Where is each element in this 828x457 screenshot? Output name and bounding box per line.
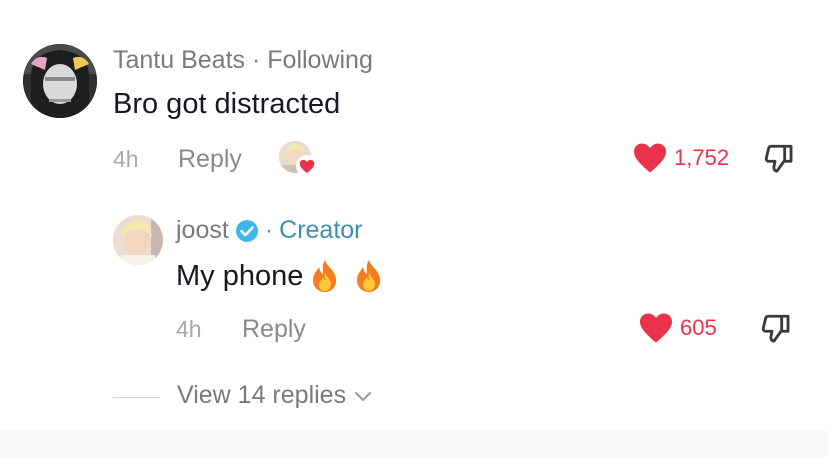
separator-dot: · [251,46,261,74]
reply-username[interactable]: joost [176,216,229,245]
heart-icon [640,313,672,343]
thumbs-down-icon [764,144,793,173]
like-button[interactable]: 605 [638,312,717,344]
heart-icon [634,143,666,173]
follow-status: Following [267,46,373,74]
reply-text: My phone [176,259,304,292]
reply-timestamp: 4h [176,316,202,342]
like-button[interactable]: 1,752 [632,142,729,174]
fire-icon [353,258,385,294]
thread-divider [113,397,160,398]
reply-text-line: My phone [176,258,385,294]
like-count: 605 [680,315,717,340]
comments-panel: Tantu Beats · Following Bro got distract… [0,0,828,457]
like-count: 1,752 [674,145,730,170]
chevron-down-icon [354,390,372,402]
user-avatar-photo [23,44,97,118]
separator-dot: · [264,216,274,244]
view-replies-label: View 14 replies [177,381,347,409]
bottom-spacer [0,431,828,457]
comment-timestamp: 4h [113,146,139,172]
reply-avatar[interactable] [113,215,163,265]
liked-by-creator-indicator [279,141,319,179]
creator-badge: Creator [279,216,363,244]
dislike-button[interactable] [762,142,796,181]
heart-icon [296,155,318,177]
comment-author-line: Tantu Beats · Following [113,46,373,75]
fire-icon [309,258,341,294]
avatar[interactable] [23,44,97,118]
reply-button[interactable]: Reply [242,315,306,344]
verified-badge-icon [235,219,259,243]
reply-button[interactable]: Reply [178,145,242,174]
comment-text: Bro got distracted [113,88,341,120]
comment-username[interactable]: Tantu Beats [113,46,245,74]
thumbs-down-icon [761,314,790,343]
creator-avatar-photo [113,215,163,265]
view-replies-button[interactable]: View 14 replies [177,381,372,410]
dislike-button[interactable] [759,312,793,351]
reply-author-line: joost · Creator [176,216,363,245]
